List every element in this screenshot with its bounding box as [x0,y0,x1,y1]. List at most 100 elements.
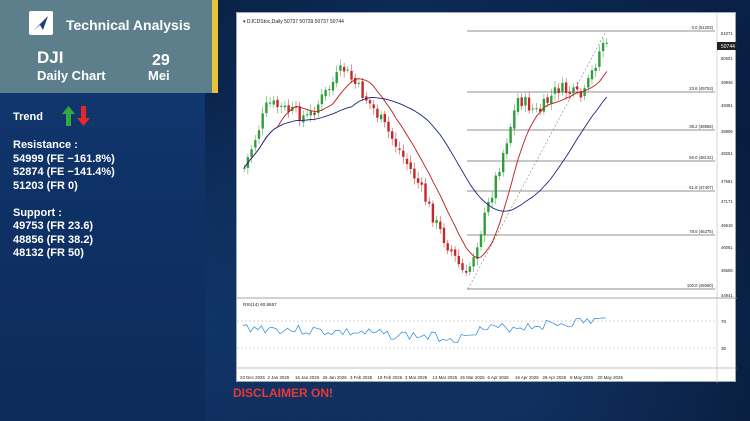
candle-body [280,105,283,107]
resistance-level: 52874 (FE −141.4%) [13,166,115,178]
down-arrow-icon [77,106,90,126]
date-tick: 2 Jan 2026 [268,375,290,380]
candle-body [546,97,549,103]
candle-body [564,82,568,93]
candle-body [509,126,512,143]
candle-body [513,110,516,129]
candle-body [261,113,264,129]
candle-body [272,100,275,105]
candle-body [350,70,353,80]
trend-label: Trend [13,111,43,123]
rsi-label: RSI(14) 60.8657 [243,302,277,307]
resistance-block: Resistance : 54999 (FE −161.8%) 52874 (F… [13,139,115,261]
candle-body [354,77,357,84]
candle-body [483,212,486,236]
candle-body [250,149,253,157]
candle-body [520,97,523,107]
fib-level-label: 0.0 (51203) [692,25,714,30]
candle-body [516,98,520,112]
fib-level-label: 78.6 (46375) [689,229,713,234]
candle-body [594,67,597,71]
candle-body [268,102,272,104]
disclaimer: DISCLAIMER ON! [233,386,333,400]
price-tick: 51071 [721,31,733,36]
fib-level-label: 23.6 (49753) [689,86,713,91]
price-chart[interactable]: ▾ DJCDStoc,Daily 50737 50739 50737 50744… [236,12,737,383]
fib-level-label: 38.2 (48856) [689,124,713,129]
price-tick: 45506 [721,268,733,273]
candle-body [379,114,383,120]
date-tick: 19 Feb 2026 [378,375,403,380]
candle-body [342,66,346,72]
candle-body [450,249,453,252]
up-arrow-icon [62,106,75,126]
price-tick: 50501 [721,56,733,61]
candle-body [335,72,338,84]
candle-body [535,108,538,110]
candle-body [328,89,331,91]
candle-body [254,140,257,148]
header-box: Technical Analysis DJI Daily Chart 29 Me… [0,0,218,93]
candle-body [324,89,327,97]
candle-body [361,81,364,98]
candle-body [391,131,394,139]
ticker-symbol: DJI [37,48,64,67]
logo-icon [29,11,53,35]
chart-header-text: ▾ DJCDStoc,Daily 50737 50739 50737 50744 [243,19,344,25]
candle-body [276,99,279,108]
date-tick: 16 Jan 2026 [295,375,320,380]
candle-body [605,42,608,44]
date-tick: 23 Dec 2025 [240,375,265,380]
trend-icons [62,106,90,126]
candle-body [265,102,268,114]
date-tick: 20 May 2026 [598,375,624,380]
candle-body [442,227,446,243]
candle-body [527,97,531,111]
candle-body [416,178,420,183]
candle-body [383,113,386,123]
candle-body [313,112,316,115]
candle-body [387,121,390,132]
candle-body [557,88,560,94]
price-tick: 47171 [721,199,733,204]
support-level: 48132 (FR 50) [13,247,84,259]
candle-body [420,182,423,185]
fib-level-label: 50.0 (48132) [689,155,713,160]
fib-level-label: 100.0 (45060) [687,283,714,288]
price-tick: 46616 [721,223,733,228]
price-tick: 48251 [721,151,733,156]
candle-body [590,70,594,80]
candle-body [587,78,590,88]
candle-body [298,106,301,122]
candle-body [494,175,497,199]
candle-body [550,95,553,104]
candle-body [428,201,431,204]
candle-body [472,257,475,267]
price-tick: 49381 [721,103,733,108]
date-tick: 13 Mar 2026 [433,375,458,380]
chart-kind: Daily Chart [37,68,106,83]
candle-body [601,42,605,52]
candle-body [439,221,442,230]
price-tick: 44941 [721,293,733,298]
candle-body [257,130,261,139]
candle-body [568,91,571,94]
candle-body [431,203,435,223]
candle-body [583,88,586,97]
candle-body [598,51,601,67]
candle-body [331,81,335,91]
date-tick: 3 Feb 2026 [350,375,373,380]
date-tick: 28 Apr 2026 [543,375,567,380]
candle-body [305,114,309,116]
chart-canvas: ▾ DJCDStoc,Daily 50737 50739 50737 50744… [237,13,737,383]
candle-body [402,150,405,157]
candle-body [368,100,372,104]
candle-body [346,69,349,71]
candle-body [479,234,483,247]
candle-body [372,104,375,109]
resistance-level: 51203 (FR 0) [13,179,78,192]
candle-body [453,249,457,256]
candle-body [317,104,320,114]
candle-body [542,98,546,112]
